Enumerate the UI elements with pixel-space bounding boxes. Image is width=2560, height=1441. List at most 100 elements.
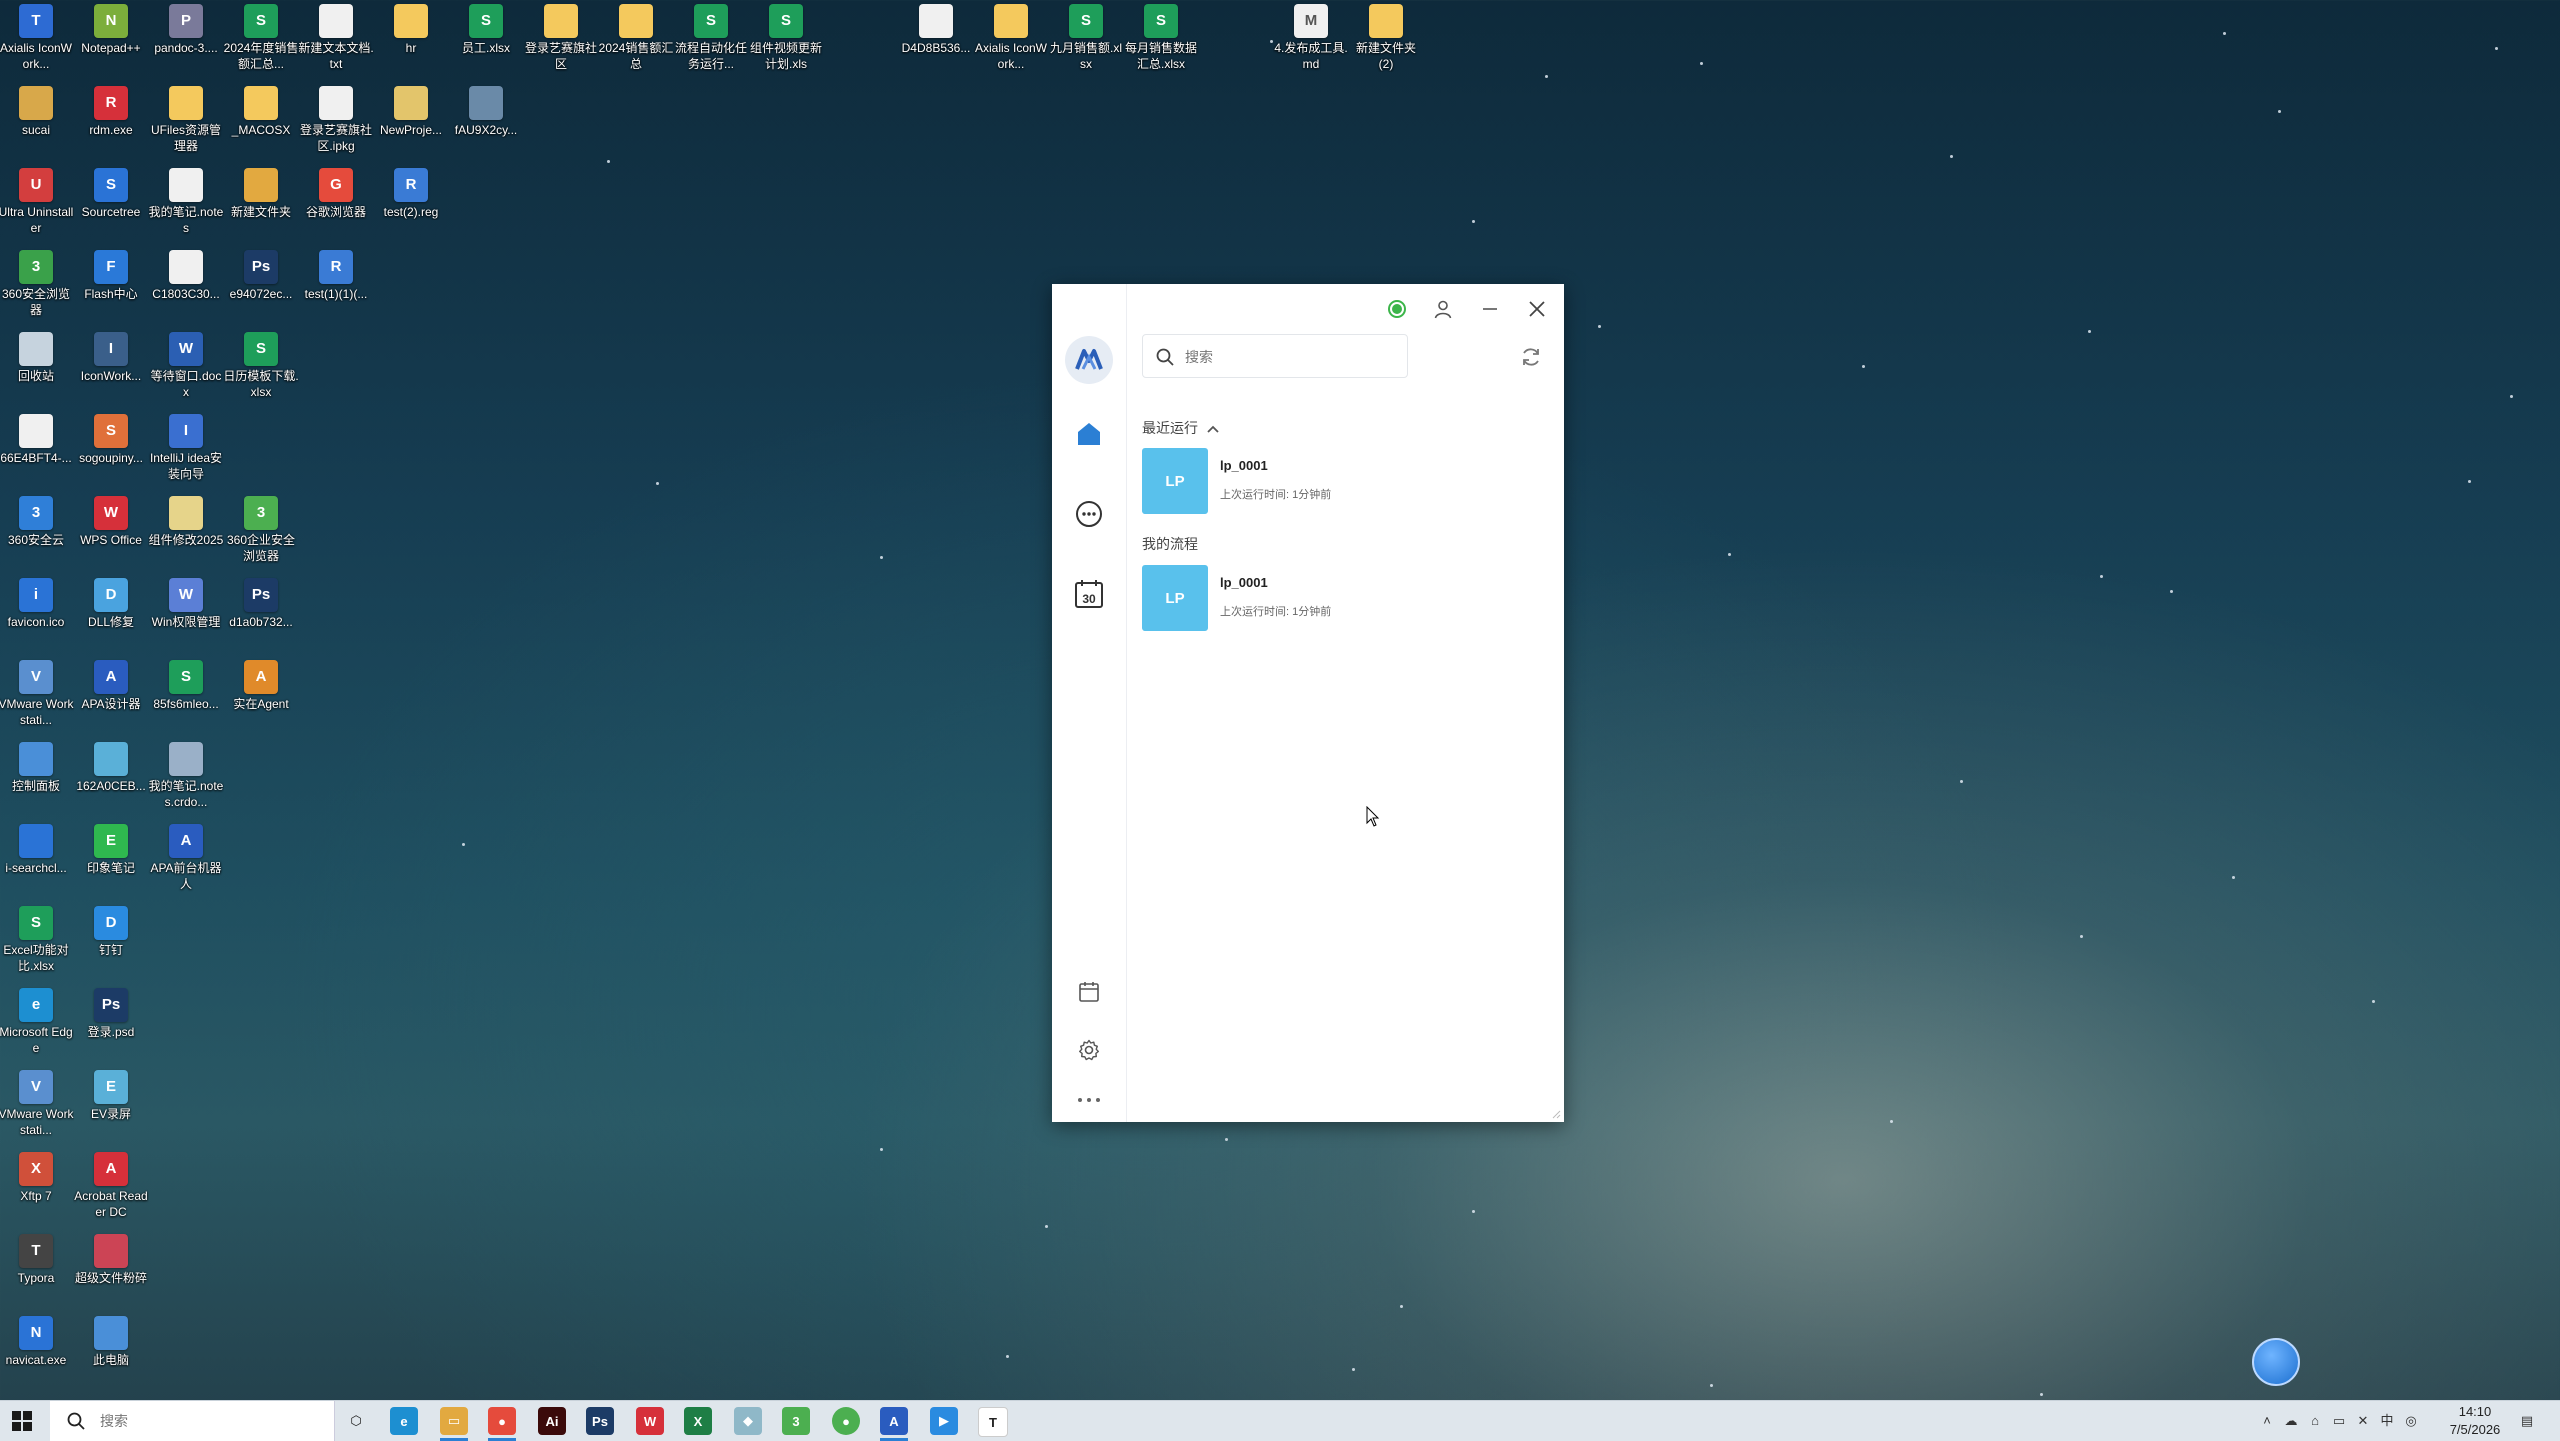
desktop-icon[interactable]: 66E4BFT4-... <box>0 410 74 466</box>
desktop-icon[interactable]: NewProje... <box>373 82 449 138</box>
desktop-icon[interactable]: E EV录屏 <box>73 1066 149 1122</box>
desktop-icon[interactable]: i favicon.ico <box>0 574 74 630</box>
taskbar-wps[interactable]: W <box>636 1407 664 1435</box>
taskbar-file-explorer[interactable]: ▭ <box>440 1407 468 1435</box>
desktop-icon[interactable]: M 4.发布成工具.md <box>1273 0 1349 72</box>
desktop-icon[interactable]: V VMware Workstati... <box>0 1066 74 1138</box>
my-flow-card[interactable]: LP lp_0001 上次运行时间: 1分钟前 <box>1142 565 1442 631</box>
desktop-icon[interactable]: _MACOSX <box>223 82 299 138</box>
task-view-button[interactable]: ⬡ <box>342 1407 370 1435</box>
close-button[interactable] <box>1522 294 1552 324</box>
notification-center-button[interactable]: ▤ <box>2518 1412 2536 1430</box>
desktop-icon[interactable]: U Ultra Uninstaller <box>0 164 74 236</box>
taskbar-app-robot[interactable]: ◆ <box>734 1407 762 1435</box>
desktop-icon[interactable]: 新建文件夹 <box>223 164 299 220</box>
desktop-icon[interactable]: 超级文件粉碎 <box>73 1230 149 1286</box>
desktop-icon[interactable]: e Microsoft Edge <box>0 984 74 1056</box>
desktop-icon[interactable]: 3 360企业安全浏览器 <box>223 492 299 564</box>
desktop-icon[interactable]: V VMware Workstati... <box>0 656 74 728</box>
desktop-icon[interactable]: A Acrobat Reader DC <box>73 1148 149 1220</box>
desktop-icon[interactable]: Ps d1a0b732... <box>223 574 299 630</box>
taskbar-typora[interactable]: T <box>978 1407 1008 1437</box>
desktop-icon[interactable]: 3 360安全云 <box>0 492 74 548</box>
desktop-icon[interactable]: UFiles资源管理器 <box>148 82 224 154</box>
desktop-icon[interactable]: i-searchcl... <box>0 820 74 876</box>
taskbar-360-browser[interactable]: 3 <box>782 1407 810 1435</box>
tray-volume[interactable]: ✕ <box>2354 1412 2372 1430</box>
desktop-icon[interactable]: W 等待窗口.docx <box>148 328 224 400</box>
desktop-icon[interactable]: S 每月销售数据汇总.xlsx <box>1123 0 1199 72</box>
desktop-icon[interactable]: G 谷歌浏览器 <box>298 164 374 220</box>
desktop-icon[interactable]: T Typora <box>0 1230 74 1286</box>
desktop-icon[interactable]: S 组件视频更新计划.xls <box>748 0 824 72</box>
taskbar-dingtalk[interactable]: ▶ <box>930 1407 958 1435</box>
tray-app-1[interactable]: ☁ <box>2282 1412 2300 1430</box>
status-indicator[interactable] <box>1382 294 1412 324</box>
desktop-icon[interactable]: 新建文本文档.txt <box>298 0 374 72</box>
tray-app-4[interactable]: 中 <box>2378 1412 2396 1430</box>
nav-settings[interactable] <box>1071 1032 1107 1068</box>
desktop-icon[interactable]: 组件修改2025 <box>148 492 224 548</box>
desktop-icon[interactable]: S Excel功能对比.xlsx <box>0 902 74 974</box>
desktop-icon[interactable]: E 印象笔记 <box>73 820 149 876</box>
desktop-icon[interactable]: 我的笔记.notes.crdo... <box>148 738 224 810</box>
desktop-icon[interactable]: Ps e94072ec... <box>223 246 299 302</box>
desktop-icon[interactable]: Ppandoc-3.... <box>148 0 224 56</box>
tray-app-5[interactable]: ◎ <box>2402 1412 2420 1430</box>
desktop-icon[interactable]: A 实在Agent <box>223 656 299 712</box>
desktop-icon[interactable]: S 员工.xlsx <box>448 0 524 56</box>
taskbar-search-input[interactable] <box>98 1401 322 1441</box>
desktop-icon[interactable]: N Notepad++ <box>73 0 149 56</box>
desktop-icon[interactable]: Axialis IconWork... <box>973 0 1049 72</box>
desktop-icon[interactable]: 3 360安全浏览器 <box>0 246 74 318</box>
taskbar-edge[interactable]: e <box>390 1407 418 1435</box>
desktop-icon[interactable]: S 85fs6mleo... <box>148 656 224 712</box>
desktop-icon[interactable]: 回收站 <box>0 328 74 384</box>
desktop-icon[interactable]: hr <box>373 0 449 56</box>
desktop-icon[interactable]: Ps 登录.psd <box>73 984 149 1040</box>
taskbar-chrome[interactable]: ● <box>488 1407 516 1435</box>
desktop-icon[interactable]: C1803C30... <box>148 246 224 302</box>
desktop-icon[interactable]: 新建文件夹 (2) <box>1348 0 1424 72</box>
taskbar-photoshop[interactable]: Ps <box>586 1407 614 1435</box>
nav-home[interactable] <box>1071 416 1107 452</box>
recent-section-header[interactable]: 最近运行 <box>1142 418 1220 438</box>
search-input[interactable] <box>1183 335 1402 379</box>
desktop-icon[interactable]: Nnavicat.exe <box>0 1312 74 1368</box>
nav-more[interactable] <box>1071 1082 1107 1118</box>
desktop-icon[interactable]: I IconWork... <box>73 328 149 384</box>
desktop-icon[interactable]: X Xftp 7 <box>0 1148 74 1204</box>
desktop-icon[interactable]: D DLL修复 <box>73 574 149 630</box>
desktop-icon[interactable]: Rtest(1)(1)(... <box>298 246 374 302</box>
recent-flow-card[interactable]: LP lp_0001 上次运行时间: 1分钟前 <box>1142 448 1442 514</box>
desktop-icon[interactable]: S 2024年度销售额汇总... <box>223 0 299 72</box>
tray-overflow-button[interactable]: ˄ <box>2258 1412 2276 1430</box>
taskbar-360-enterprise[interactable]: ● <box>832 1407 860 1435</box>
desktop-icon[interactable]: D 钉钉 <box>73 902 149 958</box>
desktop-icon[interactable]: Rtest(2).reg <box>373 164 449 220</box>
desktop-icon[interactable]: fAU9X2cy... <box>448 82 524 138</box>
refresh-button[interactable] <box>1516 342 1546 372</box>
nav-tasks[interactable] <box>1071 974 1107 1010</box>
taskbar-illustrator[interactable]: Ai <box>538 1407 566 1435</box>
desktop-icon[interactable]: S Sourcetree <box>73 164 149 220</box>
desktop-icon[interactable]: 2024销售额汇总 <box>598 0 674 72</box>
minimize-button[interactable] <box>1475 294 1505 324</box>
desktop-icon[interactable]: A APA前台机器人 <box>148 820 224 892</box>
desktop-icon[interactable]: 登录艺赛旗社区 <box>523 0 599 72</box>
taskbar-excel[interactable]: X <box>684 1407 712 1435</box>
desktop-icon[interactable]: Ssogoupiny... <box>73 410 149 466</box>
desktop-icon[interactable]: Rrdm.exe <box>73 82 149 138</box>
desktop-icon[interactable]: 登录艺赛旗社区.ipkg <box>298 82 374 154</box>
desktop-icon[interactable]: W Win权限管理 <box>148 574 224 630</box>
desktop-icon[interactable]: W WPS Office <box>73 492 149 548</box>
desktop-icon[interactable]: sucai <box>0 82 74 138</box>
system-clock[interactable]: 14:10 7/5/2026 <box>2430 1403 2520 1439</box>
desktop-icon[interactable]: 162A0CEB... <box>73 738 149 794</box>
nav-schedule[interactable]: 30 <box>1071 576 1107 612</box>
desktop-icon[interactable]: I IntelliJ idea安装向导 <box>148 410 224 482</box>
desktop-icon[interactable]: S 流程自动化任务运行... <box>673 0 749 72</box>
desktop-icon[interactable]: F Flash中心 <box>73 246 149 302</box>
desktop-icon[interactable]: S 日历模板下载.xlsx <box>223 328 299 400</box>
start-button[interactable] <box>12 1411 32 1436</box>
